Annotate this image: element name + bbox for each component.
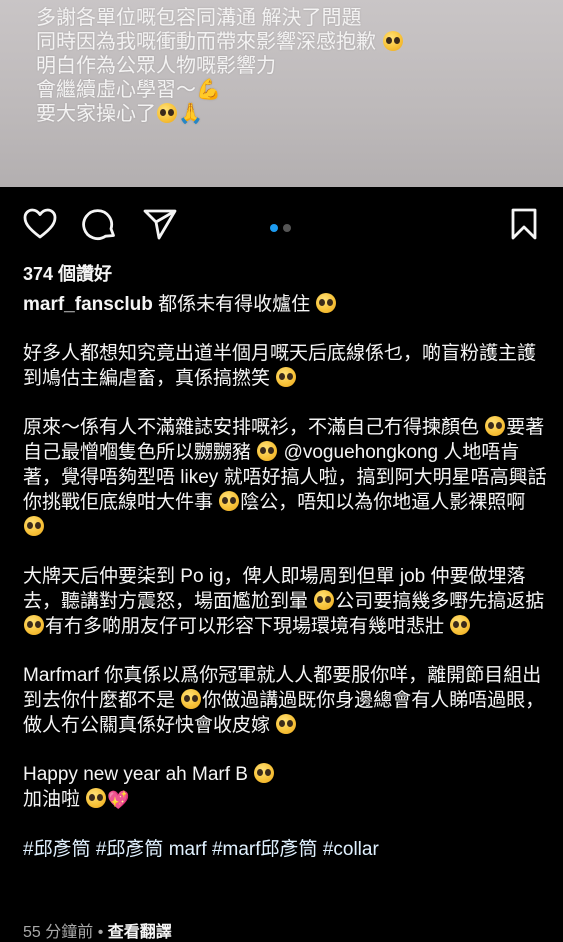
pleading-emoji-icon (181, 689, 202, 709)
post-photo[interactable]: 多謝各單位嘅包容同溝通 解決了問題 同時因為我嘅衝動而帶來影響深感抱歉 明白作為… (0, 0, 563, 187)
photo-line: 同時因為我嘅衝動而帶來影響深感抱歉 (36, 30, 404, 54)
post-meta: 55 分鐘前 • 查看翻譯 (23, 918, 172, 942)
photo-caption-text: 多謝各單位嘅包容同溝通 解決了問題 同時因為我嘅衝動而帶來影響深感抱歉 明白作為… (36, 6, 404, 126)
pleading-emoji-icon (485, 416, 506, 436)
photo-line: 會繼續虛心學習～💪 (36, 79, 221, 101)
pleading-emoji-icon (24, 516, 44, 536)
flexed-arm-icon: 💪 (196, 79, 221, 101)
praying-hands-icon: 🙏 (178, 103, 203, 125)
pleading-emoji-icon (86, 788, 107, 808)
caption-text: 都係未有得收爐住 (152, 294, 311, 315)
pleading-emoji-icon (276, 367, 297, 387)
photo-line: 多謝各單位嘅包容同溝通 解決了問題 (36, 7, 362, 29)
pleading-emoji-icon (257, 441, 278, 461)
sparkling-heart-icon: 💖 (107, 790, 130, 810)
username-link[interactable]: marf_fansclub (23, 294, 153, 315)
caption-paragraph: Marfmarf 你真係以爲你冠軍就人人都要服你咩，離開節目組出到去你什麼都不是… (23, 665, 545, 736)
see-translation-link[interactable]: 查看翻譯 (108, 924, 172, 941)
share-button[interactable] (142, 206, 178, 242)
separator: • (93, 924, 108, 941)
pleading-emoji-icon (254, 763, 275, 783)
post-caption: marf_fansclub 都係未有得收爐住 好多人都想知究竟出道半個月嘅天后底… (23, 292, 548, 862)
carousel-dot-active (270, 224, 278, 232)
pleading-emoji-icon (276, 714, 297, 734)
pleading-emoji-icon (316, 293, 337, 313)
like-button[interactable] (22, 206, 58, 242)
pleading-emoji-icon (157, 103, 177, 123)
pleading-emoji-icon (219, 491, 240, 511)
timestamp: 55 分鐘前 (23, 924, 94, 941)
comment-icon (82, 209, 115, 240)
caption-paragraph: 大牌天后仲要柒到 Po ig，俾人即場周到但單 job 仲要做埋落去，聽講對方震… (23, 566, 545, 637)
photo-line: 要大家操心了 🙏 (36, 103, 203, 125)
comment-button[interactable] (82, 206, 118, 242)
pleading-emoji-icon (382, 31, 403, 51)
like-count[interactable]: 374 個讚好 (23, 260, 112, 286)
pleading-emoji-icon (314, 590, 335, 610)
carousel-dot (283, 224, 291, 232)
carousel-indicator (270, 219, 296, 237)
pleading-emoji-icon (450, 615, 471, 635)
caption-paragraph: 原來～係有人不滿雜誌安排嘅衫，不滿自己冇得揀顏色 要著自己最憎嗰隻色所以嬲嬲豬 … (23, 415, 548, 540)
caption-paragraph: 好多人都想知究竟出道半個月嘅天后底線係乜，啲盲粉護主護到鳩估主編虐畜，真係搞撚笑 (23, 343, 537, 389)
pleading-emoji-icon (24, 615, 44, 635)
save-button[interactable] (506, 206, 542, 242)
hashtags[interactable]: #邱彥筒 #邱彥筒 marf #marf邱彥筒 #collar (23, 837, 548, 862)
photo-line: 明白作為公眾人物嘅影響力 (36, 55, 276, 77)
send-icon (143, 209, 177, 240)
bookmark-icon (511, 208, 537, 240)
caption-first-line: marf_fansclub 都係未有得收爐住 (23, 292, 548, 317)
heart-icon (23, 208, 57, 239)
caption-paragraph: Happy new year ah Marf B 加油啦 💖 (23, 762, 548, 813)
